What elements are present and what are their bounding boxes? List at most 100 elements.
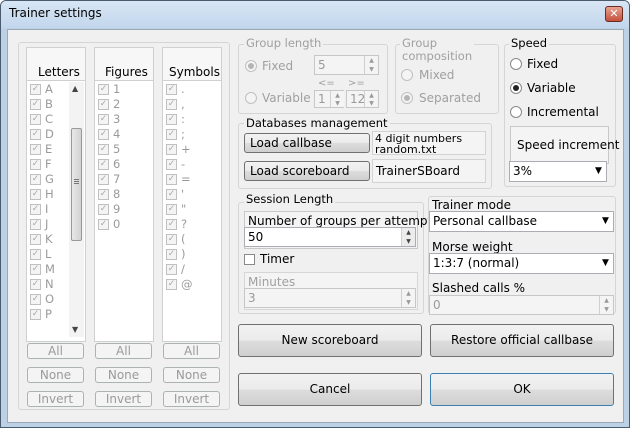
group-length-variable-radio[interactable] xyxy=(245,92,257,104)
check-icon[interactable]: ✓ xyxy=(166,219,177,230)
dialog-window: Trainer settings ✕ Letters ✓ A ✓ B ✓ C ✓ D ✓ E ✓ F ✓… xyxy=(0,0,630,428)
new-scoreboard-button[interactable]: New scoreboard xyxy=(238,324,422,357)
scrollbar-thumb[interactable] xyxy=(71,128,82,241)
group-length-fixed-radio[interactable] xyxy=(245,60,257,72)
figure-item: 8 xyxy=(113,187,121,201)
speed-fixed-radio[interactable] xyxy=(510,58,522,70)
trainer-mode-select[interactable]: Personal callbase ▼ xyxy=(429,211,614,232)
slashed-calls-field[interactable]: 0 ▲ ▼ xyxy=(429,295,614,315)
figures-all-button[interactable]: All xyxy=(95,343,152,359)
check-icon[interactable]: ✓ xyxy=(30,234,41,245)
figure-item: 9 xyxy=(113,202,121,216)
groups-per-attempt-field[interactable]: 50 ▲ ▼ xyxy=(244,227,416,247)
load-callbase-button[interactable]: Load callbase xyxy=(244,133,370,153)
symbols-none-button[interactable]: None xyxy=(163,367,220,383)
morse-weight-select[interactable]: 1:3:7 (normal) ▼ xyxy=(429,253,614,274)
check-icon[interactable]: ✓ xyxy=(30,309,41,320)
minutes-field[interactable]: 3 ▲ ▼ xyxy=(244,288,416,308)
check-icon[interactable]: ✓ xyxy=(30,144,41,155)
check-icon[interactable]: ✓ xyxy=(98,189,109,200)
check-icon[interactable]: ✓ xyxy=(98,99,109,110)
check-icon[interactable]: ✓ xyxy=(166,204,177,215)
symbols-list[interactable]: Symbols ✓. ✓, ✓: ✓; ✓ + ✓ - ✓ = ✓ ' ✓ " ✓? ✓(✓) ✓ / ✓ @ xyxy=(162,47,222,342)
minutes-spinner[interactable]: ▲ ▼ xyxy=(401,289,415,307)
spin-down-icon: ▼ xyxy=(369,100,374,107)
check-icon[interactable]: ✓ xyxy=(166,84,177,95)
check-icon[interactable]: ✓ xyxy=(30,84,41,95)
cancel-button[interactable]: Cancel xyxy=(238,373,422,406)
check-icon[interactable]: ✓ xyxy=(30,294,41,305)
scroll-down-icon[interactable]: ▼ xyxy=(72,325,78,334)
speed-variable-label: Variable xyxy=(527,81,576,95)
speed-increment-select[interactable]: 3% ▼ xyxy=(509,161,607,182)
check-icon[interactable]: ✓ xyxy=(30,129,41,140)
check-icon[interactable]: ✓ xyxy=(166,144,177,155)
check-icon[interactable]: ✓ xyxy=(98,114,109,125)
figures-none-button[interactable]: None xyxy=(95,367,152,383)
check-icon[interactable]: ✓ xyxy=(166,99,177,110)
check-icon[interactable]: ✓ xyxy=(98,219,109,230)
check-icon[interactable]: ✓ xyxy=(30,219,41,230)
max-length-spinner[interactable]: ▲ ▼ xyxy=(364,91,378,107)
composition-separated-radio[interactable] xyxy=(401,92,413,104)
fixed-length-spinner[interactable]: ▲ ▼ xyxy=(364,56,378,74)
figures-list[interactable]: Figures ✓ 1 ✓ 2 ✓ 3 ✓ 4 ✓ 5 ✓ 6 ✓ 7 ✓ 8 ✓ 9 ✓ 0 xyxy=(94,47,154,342)
letter-item: C xyxy=(45,112,54,126)
check-icon[interactable]: ✓ xyxy=(98,159,109,170)
check-icon[interactable]: ✓ xyxy=(98,174,109,185)
check-icon[interactable]: ✓ xyxy=(30,279,41,290)
check-icon[interactable]: ✓ xyxy=(30,264,41,275)
slashed-calls-spinner[interactable]: ▲ ▼ xyxy=(599,296,613,314)
speed-title: Speed xyxy=(509,36,550,50)
symbols-all-button[interactable]: All xyxy=(163,343,220,359)
restore-official-callbase-button[interactable]: Restore official callbase xyxy=(430,324,614,357)
letters-all-button[interactable]: All xyxy=(27,343,84,359)
letters-scrollbar[interactable]: ▲ ▼ xyxy=(69,82,84,337)
dialog-client: Letters ✓ A ✓ B ✓ C ✓ D ✓ E ✓ F ✓ G ✓ H ✓ I ✓ J ✓ K ✓ L ✓ M ✓ N ✓ O ✓ P… xyxy=(7,29,624,423)
letter-item: A xyxy=(45,82,53,96)
close-button[interactable]: ✕ xyxy=(605,6,623,22)
check-icon[interactable]: ✓ xyxy=(98,204,109,215)
symbols-invert-button[interactable]: Invert xyxy=(163,391,220,407)
check-icon[interactable]: ✓ xyxy=(30,159,41,170)
check-icon[interactable]: ✓ xyxy=(30,189,41,200)
check-icon[interactable]: ✓ xyxy=(166,189,177,200)
check-icon[interactable]: ✓ xyxy=(98,129,109,140)
groups-per-attempt-spinner[interactable]: ▲ ▼ xyxy=(401,228,415,246)
letter-item: L xyxy=(45,247,52,261)
figures-invert-button[interactable]: Invert xyxy=(95,391,152,407)
check-icon[interactable]: ✓ xyxy=(166,264,177,275)
check-icon[interactable]: ✓ xyxy=(30,114,41,125)
check-icon[interactable]: ✓ xyxy=(166,129,177,140)
check-icon[interactable]: ✓ xyxy=(166,159,177,170)
ok-button[interactable]: OK xyxy=(430,373,614,406)
max-length-field[interactable]: 12 ▲ ▼ xyxy=(346,90,379,108)
letters-list[interactable]: Letters ✓ A ✓ B ✓ C ✓ D ✓ E ✓ F ✓ G ✓ H ✓ I ✓ J ✓ K ✓ L ✓ M ✓ N ✓ O ✓ P… xyxy=(26,47,86,342)
speed-increment-box[interactable]: Speed increment xyxy=(510,126,619,164)
fixed-length-field[interactable]: 5 ▲ ▼ xyxy=(314,55,379,75)
check-icon[interactable]: ✓ xyxy=(166,249,177,260)
min-label: <= xyxy=(318,78,335,89)
letters-invert-button[interactable]: Invert xyxy=(27,391,84,407)
timer-checkbox[interactable] xyxy=(244,254,255,265)
min-length-field[interactable]: 1 ▲ ▼ xyxy=(314,90,344,108)
check-icon[interactable]: ✓ xyxy=(30,204,41,215)
symbol-item: . xyxy=(181,82,185,96)
min-length-spinner[interactable]: ▲ ▼ xyxy=(330,91,344,107)
check-icon[interactable]: ✓ xyxy=(30,249,41,260)
letters-none-button[interactable]: None xyxy=(27,367,84,383)
check-icon[interactable]: ✓ xyxy=(166,174,177,185)
speed-incremental-radio[interactable] xyxy=(510,106,522,118)
check-icon[interactable]: ✓ xyxy=(166,234,177,245)
composition-mixed-radio[interactable] xyxy=(401,69,413,81)
check-icon[interactable]: ✓ xyxy=(30,99,41,110)
check-icon[interactable]: ✓ xyxy=(98,84,109,95)
check-icon[interactable]: ✓ xyxy=(30,174,41,185)
timer-label: Timer xyxy=(260,252,295,266)
scroll-up-icon[interactable]: ▲ xyxy=(72,84,78,93)
load-scoreboard-button[interactable]: Load scoreboard xyxy=(244,161,370,181)
check-icon[interactable]: ✓ xyxy=(166,279,177,290)
speed-variable-radio[interactable] xyxy=(510,82,522,94)
check-icon[interactable]: ✓ xyxy=(98,144,109,155)
check-icon[interactable]: ✓ xyxy=(166,114,177,125)
